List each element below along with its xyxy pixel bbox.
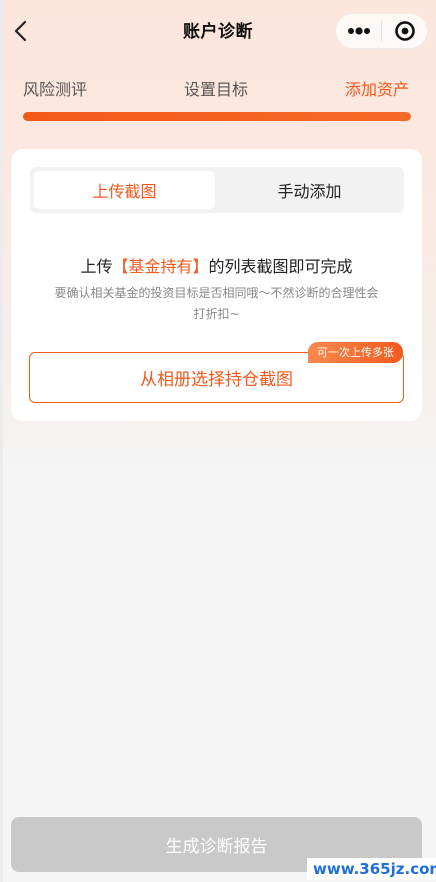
tab-upload-screenshot[interactable]: 上传截图 bbox=[34, 171, 215, 209]
instruction-suffix: 的列表截图即可完成 bbox=[208, 257, 353, 276]
step-add-assets: 添加资产 bbox=[345, 80, 410, 99]
input-method-tabs: 上传截图 手动添加 bbox=[30, 167, 404, 213]
progress-bar-fill bbox=[23, 112, 411, 121]
instruction-prefix: 上传 bbox=[80, 257, 113, 276]
target-circle-icon bbox=[394, 21, 415, 41]
more-button[interactable] bbox=[336, 14, 381, 48]
navigation-bar: 账户诊断 bbox=[0, 0, 436, 62]
step-risk-assessment: 风险测评 bbox=[23, 80, 88, 99]
progress-bar bbox=[23, 112, 411, 121]
multi-upload-badge: 可一次上传多张 bbox=[308, 342, 403, 363]
upload-card: 上传截图 手动添加 上传【基金持有】的列表截图即可完成 要确认相关基金的投资目标… bbox=[11, 149, 422, 421]
step-set-goal: 设置目标 bbox=[184, 80, 249, 99]
close-mini-program-button[interactable] bbox=[382, 14, 427, 48]
tab-manual-add[interactable]: 手动添加 bbox=[219, 171, 400, 209]
more-dots-icon bbox=[347, 27, 370, 35]
left-edge bbox=[0, 0, 3, 882]
mini-program-capsule bbox=[335, 13, 428, 49]
upload-instruction: 上传【基金持有】的列表截图即可完成 bbox=[11, 253, 422, 277]
watermark-text: www.365jz.com bbox=[307, 858, 436, 880]
step-indicator: 风险测评 设置目标 添加资产 bbox=[0, 76, 436, 102]
upload-hint: 要确认相关基金的投资目标是否相同哦～不然诊断的合理性会打折扣~ bbox=[54, 286, 379, 321]
instruction-highlight: 【基金持有】 bbox=[112, 257, 209, 276]
